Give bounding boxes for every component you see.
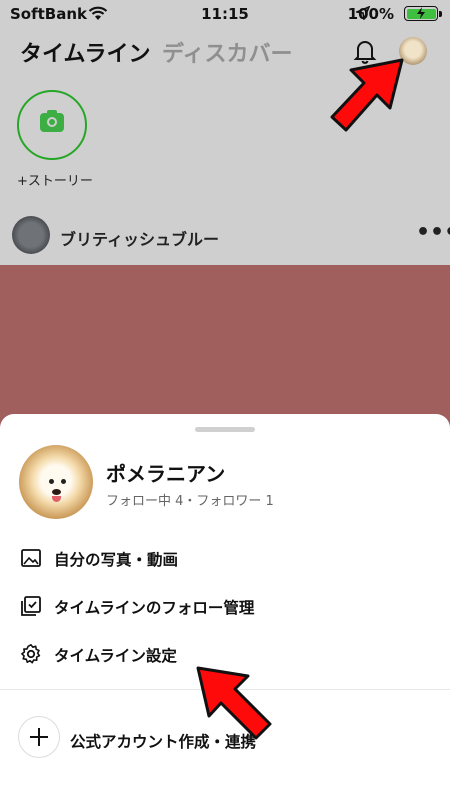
battery-cap	[439, 11, 442, 17]
annotation-arrow-icon	[330, 58, 404, 132]
status-bar: SoftBank 11:15 100%	[0, 0, 450, 28]
follow-manage-icon	[21, 596, 41, 616]
menu-item-follow-manage[interactable]: タイムラインのフォロー管理	[0, 583, 450, 629]
battery-percent: 100%	[347, 5, 394, 23]
post-author-name[interactable]: ブリティッシュブルー	[60, 226, 219, 250]
battery-icon	[404, 6, 438, 21]
tab-timeline[interactable]: タイムライン	[20, 36, 150, 68]
profile-name: ポメラニアン	[106, 462, 226, 486]
menu-item-label: タイムライン設定	[54, 647, 177, 665]
post-image	[0, 265, 450, 435]
camera-icon	[40, 110, 64, 132]
profile-avatar-large[interactable]	[19, 445, 93, 519]
menu-item-label: 自分の写真・動画	[54, 551, 179, 569]
add-official-account-button[interactable]	[18, 716, 60, 758]
menu-item-label: タイムラインのフォロー管理	[54, 599, 255, 617]
more-options-icon[interactable]: •••	[416, 220, 450, 245]
gear-icon	[21, 644, 41, 664]
annotation-arrow-icon	[196, 666, 272, 740]
tab-discover[interactable]: ディスカバー	[162, 36, 292, 68]
image-icon	[21, 549, 41, 567]
menu-item-my-photos[interactable]: 自分の写真・動画	[0, 535, 450, 581]
post-author-avatar[interactable]	[12, 216, 50, 254]
add-story-label: +ストーリー	[17, 174, 93, 189]
profile-follow-stats[interactable]: フォロー中 4・フォロワー 1	[106, 490, 274, 509]
sheet-drag-handle[interactable]	[195, 427, 255, 432]
